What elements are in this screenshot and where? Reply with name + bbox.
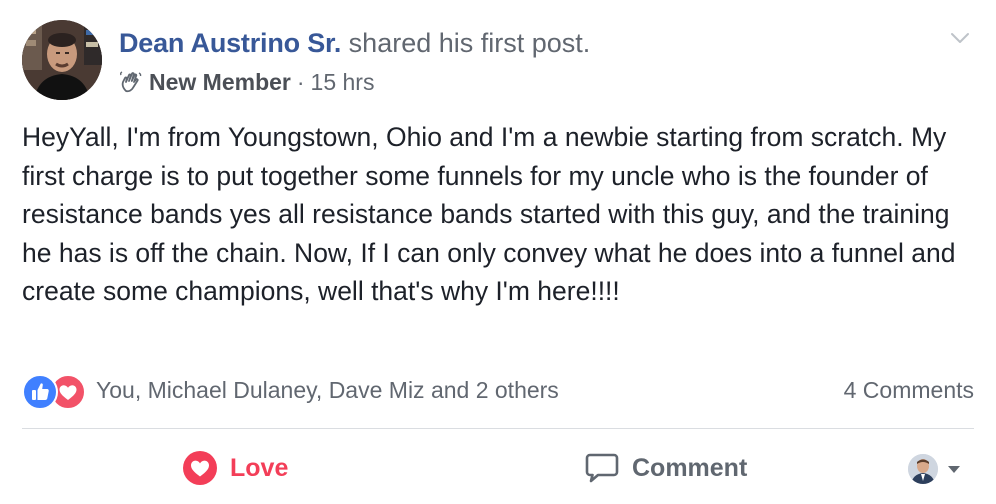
author-name-link[interactable]: Dean Austrino Sr.	[119, 28, 341, 58]
chevron-down-icon[interactable]	[948, 26, 972, 50]
post-action-text: shared his first post.	[348, 28, 591, 58]
comment-button[interactable]: Comment	[584, 450, 747, 486]
like-icon	[22, 374, 58, 410]
love-button-label: Love	[230, 453, 289, 482]
divider	[22, 428, 974, 429]
waving-hand-icon	[119, 70, 143, 94]
reaction-names-link[interactable]: You, Michael Dulaney, Dave Miz and 2 oth…	[96, 377, 559, 404]
current-user-avatar	[908, 454, 938, 484]
meta-separator: ·	[296, 69, 305, 95]
feed-post: Dean Austrino Sr. shared his first post.…	[0, 0, 996, 504]
comment-button-label: Comment	[632, 453, 748, 482]
post-header: Dean Austrino Sr. shared his first post.…	[22, 20, 972, 102]
reaction-icons[interactable]	[22, 372, 90, 410]
post-timestamp[interactable]: 15 hrs	[311, 67, 375, 97]
love-button[interactable]: Love	[182, 450, 288, 486]
post-as-selector[interactable]	[908, 454, 962, 484]
member-badge-label[interactable]: New Member	[149, 67, 291, 97]
comment-bubble-icon	[584, 450, 620, 486]
reactions-bar: You, Michael Dulaney, Dave Miz and 2 oth…	[22, 370, 974, 410]
post-meta: New Member · 15 hrs	[119, 67, 374, 97]
author-avatar[interactable]	[22, 20, 102, 100]
post-body-text: HeyYall, I'm from Youngstown, Ohio and I…	[22, 122, 956, 306]
comments-count-link[interactable]: 4 Comments	[844, 377, 974, 404]
caret-down-icon	[946, 461, 962, 477]
post-actions: Love Comment	[22, 440, 974, 500]
author-line: Dean Austrino Sr. shared his first post.	[119, 27, 590, 59]
love-reaction-icon	[182, 450, 218, 486]
